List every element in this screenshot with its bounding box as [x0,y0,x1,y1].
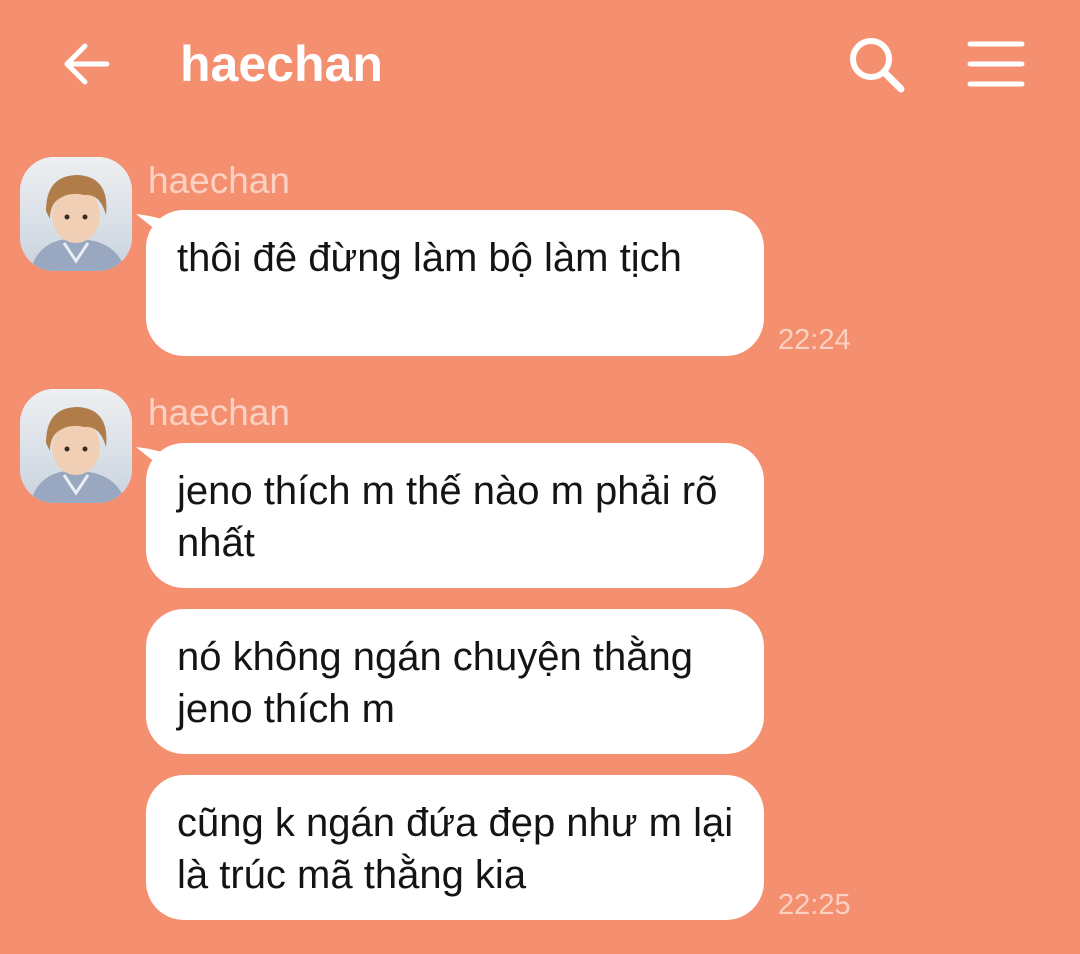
search-icon [850,38,905,93]
sender-avatar[interactable] [20,157,132,271]
chat-header: haechan [0,0,1080,130]
sender-name: haechan [148,160,290,201]
sender-avatar[interactable] [20,389,132,503]
menu-button[interactable] [966,38,1026,90]
avatar-photo [20,389,132,503]
message-bubble[interactable]: thôi đê đừng làm bộ làm tịch [146,210,764,356]
message-bubble[interactable]: jeno thích m thế nào m phải rõ nhất [146,443,764,588]
message-timestamp: 22:24 [778,324,851,356]
message-timestamp: 22:25 [778,889,851,921]
chat-title: haechan [180,36,383,92]
search-button[interactable] [846,34,908,96]
message-bubble[interactable]: cũng k ngán đứa đẹp như m lại là trúc mã… [146,775,764,920]
arrow-left-icon [64,43,110,85]
message-bubble[interactable]: nó không ngán chuyện thằng jeno thích m [146,609,764,754]
back-button[interactable] [55,30,119,94]
sender-name: haechan [148,392,290,433]
avatar-photo [20,157,132,271]
hamburger-menu-icon [967,41,1025,87]
